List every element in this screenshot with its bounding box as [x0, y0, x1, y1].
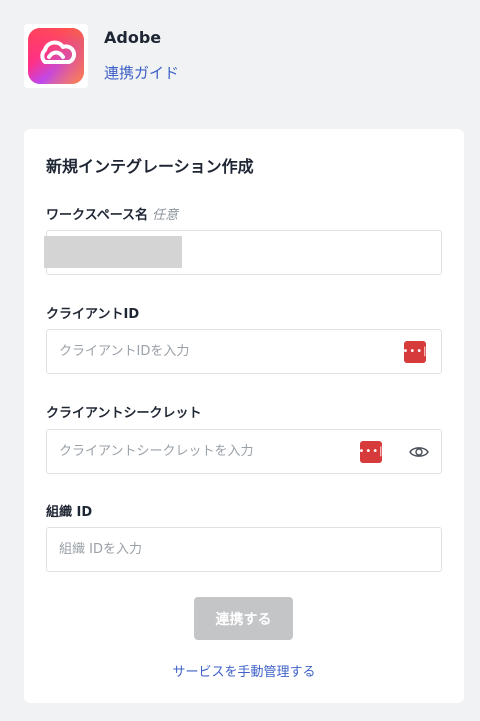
new-integration-form: 新規インテグレーション作成 ワークスペース名任意 クライアントID •••| ク… — [24, 129, 464, 703]
optional-tag: 任意 — [152, 208, 179, 223]
app-name: Adobe — [104, 28, 162, 47]
adobe-logo-icon — [24, 24, 88, 88]
password-manager-icon[interactable]: •••| — [402, 341, 427, 363]
connect-button[interactable]: 連携する — [194, 597, 293, 640]
integration-header: Adobe 連携ガイド — [24, 24, 456, 90]
client-id-label: クライアントID — [46, 307, 140, 322]
form-title: 新規インテグレーション作成 — [46, 157, 254, 176]
redacted-value — [44, 236, 182, 268]
client-secret-field[interactable] — [59, 430, 349, 473]
org-id-field[interactable] — [59, 528, 379, 571]
org-id-label: 組織 ID — [46, 505, 93, 520]
workspace-name-label: ワークスペース名 任意 — [46, 204, 178, 223]
client-id-field[interactable] — [59, 330, 379, 373]
client-secret-label: クライアントシークレット — [46, 406, 202, 421]
client-id-input[interactable]: •••| — [46, 329, 442, 374]
show-secret-button[interactable] — [397, 429, 442, 474]
integration-guide-link[interactable]: 連携ガイド — [104, 62, 179, 83]
client-secret-input[interactable]: •••| — [46, 429, 398, 474]
org-id-input[interactable] — [46, 527, 442, 572]
password-manager-icon[interactable]: •••| — [358, 441, 383, 463]
eye-icon — [409, 446, 429, 457]
manage-service-manually-link[interactable]: サービスを手動管理する — [24, 661, 464, 680]
workspace-name-label-text: ワークスペース名 — [46, 208, 149, 223]
